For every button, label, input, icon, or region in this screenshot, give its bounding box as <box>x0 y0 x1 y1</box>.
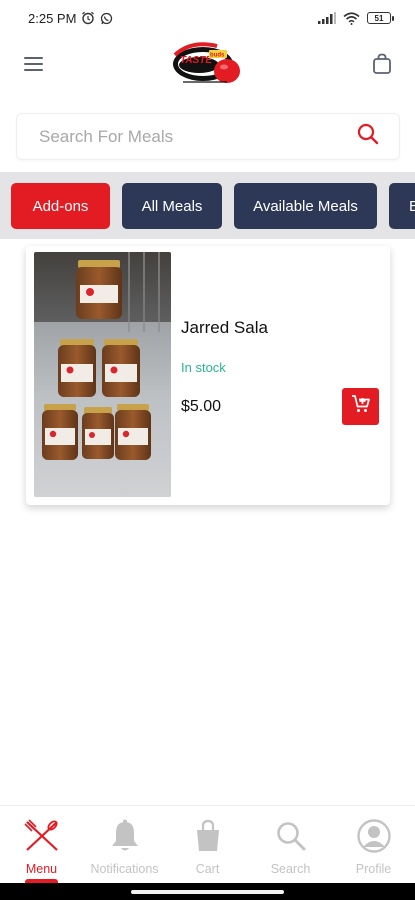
nav-notifications-label: Notifications <box>90 862 159 876</box>
nav-search[interactable]: Search <box>249 806 332 884</box>
tab-add-ons[interactable]: Add-ons <box>11 183 110 229</box>
search-icon <box>276 819 306 858</box>
battery-icon: 51 <box>367 12 394 24</box>
fork-knife-icon <box>23 819 60 858</box>
taste-buds-logo: TASTE buds <box>169 38 245 90</box>
wifi-icon <box>343 11 360 25</box>
nav-menu-label: Menu <box>25 862 58 876</box>
status-left: 2:25 PM <box>28 11 113 26</box>
search-bar <box>16 113 400 160</box>
app-header: TASTE buds <box>0 36 415 92</box>
tab-partial[interactable]: B <box>389 183 415 229</box>
home-gesture-handle[interactable] <box>131 890 284 894</box>
gesture-bar <box>0 883 415 900</box>
product-price: $5.00 <box>181 398 222 415</box>
svg-text:buds: buds <box>210 53 225 59</box>
nav-cart[interactable]: Cart <box>166 806 249 884</box>
product-image <box>34 252 171 497</box>
bell-icon <box>110 819 140 858</box>
nav-profile-label: Profile <box>355 862 392 876</box>
bag-icon <box>194 819 222 858</box>
nav-notifications[interactable]: Notifications <box>83 806 166 884</box>
tab-all-meals[interactable]: All Meals <box>122 183 222 229</box>
category-tabs: Add-ons All Meals Available Meals B <box>0 172 415 239</box>
tabs-row: Add-ons All Meals Available Meals B <box>11 183 415 229</box>
whatsapp-icon <box>100 12 113 25</box>
nav-menu[interactable]: Menu <box>0 806 83 884</box>
status-bar: 2:25 PM 51 <box>0 0 415 36</box>
tab-available-meals[interactable]: Available Meals <box>234 183 377 229</box>
bottom-nav: Menu Notifications Cart Search Profile <box>0 805 415 884</box>
status-time: 2:25 PM <box>28 10 77 26</box>
search-icon[interactable] <box>357 123 379 150</box>
nav-search-label: Search <box>270 862 311 876</box>
shopping-bag-icon[interactable] <box>371 53 393 75</box>
nav-profile[interactable]: Profile <box>332 806 415 884</box>
nav-cart-label: Cart <box>195 862 220 876</box>
product-card[interactable]: Jarred Sala In stock $5.00 <box>26 246 390 505</box>
status-right: 51 <box>318 11 394 25</box>
hamburger-icon[interactable] <box>24 53 43 75</box>
product-name: Jarred Sala <box>181 318 268 337</box>
stock-status: In stock <box>181 360 226 375</box>
search-input[interactable] <box>39 126 319 147</box>
svg-text:TASTE: TASTE <box>180 55 212 66</box>
signal-icon <box>318 12 336 24</box>
user-icon <box>356 819 391 858</box>
add-to-cart-button[interactable] <box>342 388 379 425</box>
alarm-icon <box>81 11 95 25</box>
add-cart-icon <box>351 394 371 419</box>
